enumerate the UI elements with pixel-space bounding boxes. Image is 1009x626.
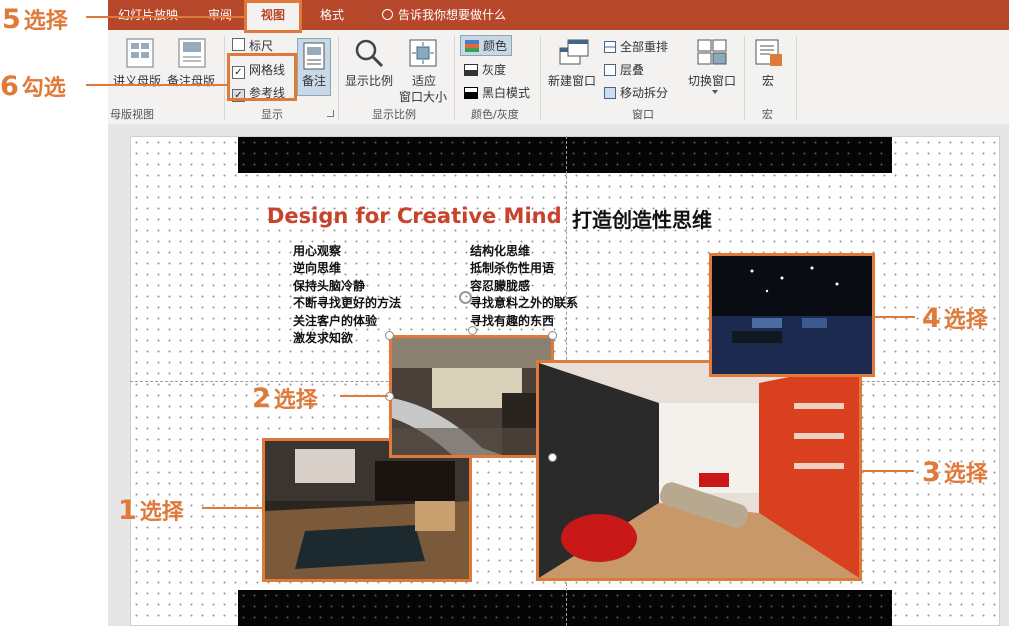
group-divider [224,36,225,120]
group-label-zoom: 显示比例 [372,108,416,121]
selection-handle[interactable] [385,331,394,340]
group-divider [454,36,455,120]
checkbox-empty [232,38,245,51]
tab-slideshow[interactable]: 幻灯片放映 [118,0,178,30]
tab-format[interactable]: 格式 [320,0,344,30]
callout-line [862,470,914,472]
fit-to-window-icon[interactable] [408,38,438,68]
lightbulb-icon [382,9,393,20]
slide-title-cn[interactable]: 打造创造性思维 [572,204,712,233]
slide-list-left[interactable]: 用心观察 逆向思维 保持头脑冷静 不断寻找更好的方法 关注客户的体验 激发求知欲 [293,243,401,347]
callout-line [86,16,246,18]
move-split-button[interactable]: 移动拆分 [604,84,668,101]
group-label-master-views: 母版视图 [110,108,154,121]
callout-line [340,395,388,397]
slide-title-en[interactable]: Design for Creative Mind [267,204,562,228]
dropdown-arrow-icon[interactable] [712,90,718,94]
callout-5: 5 选择 [2,4,68,35]
list-item: 容忍朦胧感 [470,278,531,293]
group-divider [338,36,339,120]
selection-handle[interactable] [468,326,477,335]
list-item: 逆向思维 [293,261,342,276]
selection-handle[interactable] [548,331,557,340]
top-black-band [238,137,892,173]
photo-2-slide-office[interactable] [389,335,554,458]
black-white-icon [464,87,478,99]
tab-review[interactable]: 审阅 [208,0,232,30]
list-item: 寻找有趣的东西 [470,313,555,328]
group-label-macros: 宏 [762,108,773,121]
list-item: 关注客户的体验 [293,313,378,328]
macros-icon[interactable] [754,38,784,68]
fit-window-line2[interactable]: 窗口大小 [399,88,447,105]
zoom-button[interactable]: 显示比例 [345,72,393,89]
arrange-all-icon [604,41,616,53]
group-divider [744,36,745,120]
highlight-show-checkboxes [227,53,297,101]
group-divider [540,36,541,120]
tell-me-search[interactable]: 告诉我你想要做什么 [382,0,506,30]
list-item: 保持头脑冷静 [293,278,366,293]
color-swatch-icon [465,40,479,52]
list-item: 结构化思维 [470,244,531,258]
group-label-show: 显示 [261,108,283,121]
macros-button[interactable]: 宏 [762,72,774,89]
callout-4: 4 选择 [922,303,988,334]
handout-master-button[interactable]: 讲义母版 [113,72,161,89]
black-white-button[interactable]: 黑白模式 [464,84,530,101]
handout-master-icon[interactable] [126,38,154,68]
photo-3-red-showroom[interactable] [536,360,862,581]
notes-master-icon[interactable] [178,38,206,68]
list-item: 寻找意料之外的联系 [470,296,579,311]
callout-1: 1 选择 [118,495,184,526]
grayscale-icon [464,64,478,76]
fit-window-line1[interactable]: 适应 [412,72,436,89]
notes-button[interactable]: 备注 [302,72,326,89]
callout-2: 2 选择 [252,383,318,414]
ruler-checkbox[interactable]: 标尺 [232,37,273,54]
new-window-button[interactable]: 新建窗口 [548,72,596,89]
group-label-color: 颜色/灰度 [471,108,519,121]
bottom-black-band [238,590,892,626]
cascade-button[interactable]: 层叠 [604,61,644,78]
switch-window-icon[interactable] [696,38,728,68]
switch-window-button[interactable]: 切换窗口 [688,72,736,89]
list-item: 不断寻找更好的方法 [293,296,402,311]
photo-4-dark-lounge[interactable] [709,253,875,377]
grayscale-button[interactable]: 灰度 [464,61,506,78]
group-divider [796,36,797,120]
cascade-icon [604,64,616,76]
list-item: 抵制杀伤性用语 [470,261,555,276]
slide-list-right[interactable]: 结构化思维 抵制杀伤性用语 容忍朦胧感 寻找意料之外的联系 寻找有趣的东西 [470,243,578,330]
callout-line [875,316,915,318]
callout-line [86,84,227,86]
highlight-view-tab [244,0,302,33]
selection-handle[interactable] [548,453,557,462]
arrange-all-button[interactable]: 全部重排 [604,38,668,55]
dialog-launcher-icon[interactable] [327,110,334,117]
rotate-handle-icon[interactable] [459,291,472,304]
callout-line [202,507,262,509]
callout-3: 3 选择 [922,457,988,488]
zoom-icon[interactable] [354,38,384,68]
move-split-icon [604,87,616,99]
photo-1-cafe-lobby[interactable] [262,438,472,582]
color-button[interactable]: 颜色 [460,35,513,56]
callout-6: 6 勾选 [0,71,66,102]
notes-master-button[interactable]: 备注母版 [167,72,215,89]
group-label-window: 窗口 [632,108,654,121]
list-item: 用心观察 [293,244,342,258]
new-window-icon[interactable] [558,38,590,68]
